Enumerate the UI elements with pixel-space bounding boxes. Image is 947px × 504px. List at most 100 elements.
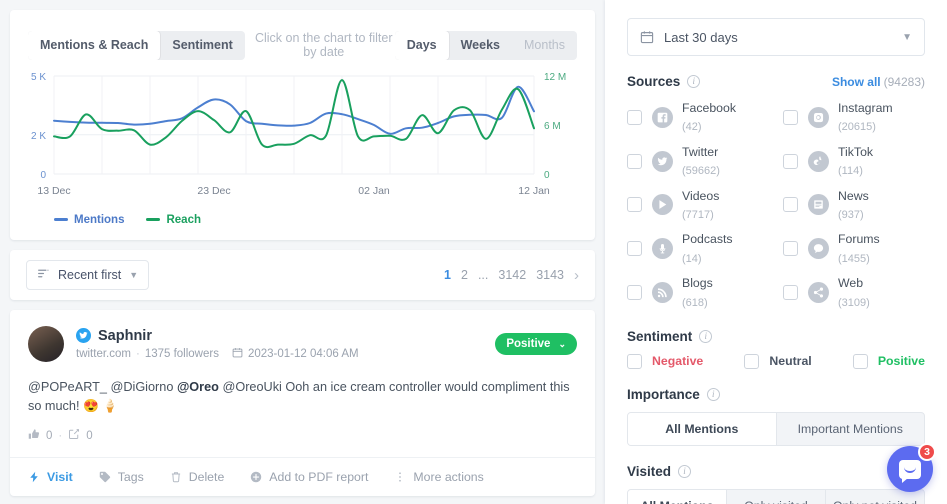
source-item-twitter[interactable]: Twitter (59662): [627, 143, 769, 180]
mention-author-name[interactable]: Saphnir: [98, 328, 152, 344]
svg-text:5 K: 5 K: [31, 72, 46, 83]
chart-plot-area[interactable]: 5 K 2 K 0 12 M 6 M 0 13 Dec 23 Dec 02 Jan 12 Jan: [10, 62, 595, 210]
chevron-right-icon[interactable]: ›: [574, 267, 579, 284]
source-item-web[interactable]: Web (3109): [783, 274, 925, 311]
source-name: Podcasts: [682, 232, 733, 247]
delete-label: Delete: [188, 470, 225, 485]
delete-button[interactable]: Delete: [170, 470, 225, 485]
more-actions-button[interactable]: More actions: [394, 470, 484, 484]
source-item-blogs[interactable]: Blogs (618): [627, 274, 769, 311]
source-count: (114): [838, 165, 863, 178]
sentiment-option-neutral[interactable]: Neutral: [744, 353, 812, 369]
show-all-link[interactable]: Show all: [832, 75, 881, 89]
source-count: (1455): [838, 252, 870, 265]
tags-button[interactable]: Tags: [99, 470, 144, 484]
sentiment-option-positive[interactable]: Positive: [852, 353, 925, 369]
source-text: News (937): [838, 187, 869, 224]
checkbox[interactable]: [627, 285, 642, 301]
visited-title: Visited: [627, 463, 672, 479]
sentiment-positive-label: Positive: [877, 354, 925, 369]
status-badge[interactable]: Positive ⌄: [495, 333, 577, 355]
avatar[interactable]: [28, 326, 64, 362]
visited-all-mentions[interactable]: All Mentions: [628, 489, 727, 504]
source-text: TikTok (114): [838, 143, 873, 180]
chevron-down-icon: ▼: [129, 270, 139, 280]
page-3142[interactable]: 3142: [498, 268, 526, 282]
chat-unread-count: 3: [918, 443, 936, 461]
sentiment-negative-label: Negative: [652, 354, 704, 369]
checkbox[interactable]: [783, 285, 798, 301]
tags-label: Tags: [117, 470, 144, 485]
source-item-podcasts[interactable]: Podcasts (14): [627, 230, 769, 267]
mention-header: Saphnir twitter.com · 1375 followers 202…: [10, 310, 595, 368]
source-item-tiktok[interactable]: TikTok (114): [783, 143, 925, 180]
tab-mentions-reach[interactable]: Mentions & Reach: [28, 30, 161, 60]
checkbox[interactable]: [783, 197, 798, 213]
twitter-icon: [652, 150, 673, 172]
checkbox[interactable]: [852, 353, 868, 369]
source-name: Twitter: [682, 144, 719, 159]
importance-all-mentions[interactable]: All Mentions: [628, 412, 777, 445]
info-icon[interactable]: i: [706, 387, 720, 401]
tab-sentiment[interactable]: Sentiment: [160, 31, 244, 60]
sort-icon: [37, 267, 50, 283]
checkbox[interactable]: [627, 197, 642, 213]
checkbox[interactable]: [783, 109, 798, 125]
visited-section-header: Visited i: [627, 464, 925, 479]
source-item-instagram[interactable]: Instagram (20615): [783, 99, 925, 136]
visited-only-not-visited[interactable]: Only not visited: [826, 490, 924, 504]
checkbox[interactable]: [783, 153, 798, 169]
date-range-picker[interactable]: Last 30 days ▼: [627, 18, 925, 56]
importance-title: Importance: [627, 386, 700, 402]
sentiment-option-negative[interactable]: Negative: [627, 353, 704, 369]
microphone-icon: [652, 238, 673, 260]
separator-dot: ·: [58, 429, 63, 442]
source-item-forums[interactable]: Forums (1455): [783, 230, 925, 267]
page-1[interactable]: 1: [444, 268, 451, 282]
svg-text:6 M: 6 M: [544, 121, 561, 132]
importance-important-mentions[interactable]: Important Mentions: [777, 413, 925, 445]
info-icon[interactable]: i: [678, 464, 692, 478]
visit-button[interactable]: Visit: [28, 470, 73, 484]
chat-widget-button[interactable]: 3: [887, 443, 936, 492]
share-icon: [808, 282, 829, 304]
legend-label-mentions: Mentions: [74, 214, 125, 226]
source-item-facebook[interactable]: Facebook (42): [627, 99, 769, 136]
sentiment-options: Negative Neutral Positive: [627, 353, 925, 369]
granularity-weeks[interactable]: Weeks: [449, 31, 512, 60]
sort-dropdown[interactable]: Recent first ▼: [26, 260, 150, 290]
page-2[interactable]: 2: [461, 268, 468, 282]
page-3143[interactable]: 3143: [536, 268, 564, 282]
mentions-reach-line-chart[interactable]: 5 K 2 K 0 12 M 6 M 0 13 Dec 23 Dec 02 Jan 12 Jan: [10, 66, 595, 214]
source-item-news[interactable]: News (937): [783, 187, 925, 224]
news-icon: [808, 194, 829, 216]
importance-tabs: All Mentions Important Mentions: [627, 411, 925, 446]
checkbox[interactable]: [627, 241, 642, 257]
chevron-down-icon: ▼: [902, 31, 912, 43]
visited-only-visited[interactable]: Only visited: [727, 489, 826, 504]
chart-hint: Click on the chart to filter by date: [254, 31, 393, 59]
checkbox[interactable]: [783, 241, 798, 257]
source-name: Web: [838, 276, 864, 291]
legend-mentions: Mentions: [54, 214, 124, 226]
checkbox[interactable]: [744, 353, 760, 369]
source-text: Web (3109): [838, 274, 870, 311]
info-icon[interactable]: i: [687, 75, 701, 88]
mention-actions: Visit Tags Delete Add to PDF report More…: [10, 457, 595, 496]
chat-icon: [808, 238, 829, 260]
sentiment-label: Positive: [506, 338, 551, 350]
page-ellipsis: ...: [477, 268, 489, 282]
tiktok-icon: [808, 150, 829, 172]
mention-source: twitter.com: [76, 347, 131, 360]
mention-stats: 0 · 0: [10, 416, 595, 457]
info-icon[interactable]: i: [699, 329, 713, 343]
source-item-videos[interactable]: Videos (7717): [627, 187, 769, 224]
visit-label: Visit: [47, 470, 73, 485]
checkbox[interactable]: [627, 109, 642, 125]
granularity-months[interactable]: Months: [512, 31, 577, 60]
checkbox[interactable]: [627, 353, 642, 369]
add-to-pdf-report-button[interactable]: Add to PDF report: [250, 470, 368, 484]
svg-text:0: 0: [544, 170, 550, 181]
checkbox[interactable]: [627, 153, 642, 169]
granularity-days[interactable]: Days: [394, 30, 449, 60]
